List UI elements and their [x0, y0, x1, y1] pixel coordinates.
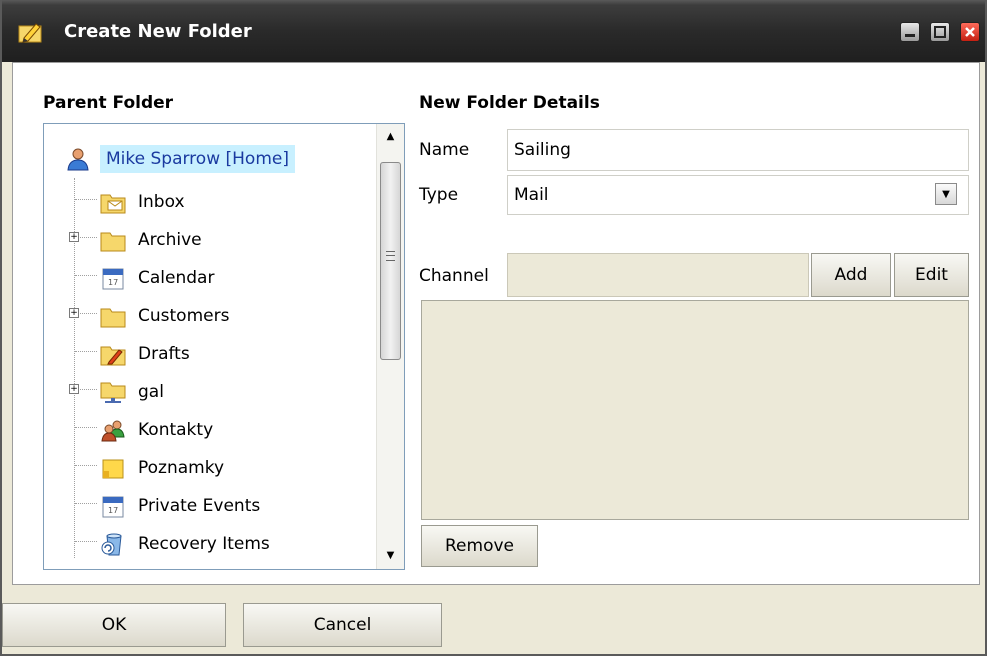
close-button[interactable] — [960, 22, 980, 42]
notes-icon — [102, 459, 124, 479]
tree-root-label: Mike Sparrow [Home] — [100, 145, 295, 173]
scroll-up-button[interactable]: ▲ — [377, 124, 404, 150]
close-icon — [965, 27, 975, 37]
tree-item-inbox[interactable]: Inbox — [100, 185, 185, 219]
type-value: Mail — [514, 185, 549, 205]
tree-item-label: Kontakty — [138, 420, 214, 440]
folder-icon — [100, 232, 126, 252]
tree-item-label: gal — [138, 382, 164, 402]
expand-toggle[interactable]: + — [69, 232, 79, 242]
dialog-content: Parent Folder Mike Sparrow [Home] Inbox … — [12, 62, 980, 585]
maximize-button[interactable] — [930, 22, 950, 42]
tree-item-label: Calendar — [138, 268, 215, 288]
folder-icon — [100, 308, 126, 328]
maximize-icon — [934, 26, 946, 38]
inbox-icon — [100, 194, 126, 214]
create-folder-dialog: Create New Folder Parent Folder Mike Spa… — [0, 0, 987, 656]
add-button[interactable]: Add — [811, 253, 891, 297]
expand-toggle[interactable]: + — [69, 308, 79, 318]
edit-button[interactable]: Edit — [894, 253, 969, 297]
remove-button[interactable]: Remove — [421, 525, 538, 567]
arrow-down-icon: ▼ — [386, 550, 395, 561]
calendar-icon: 17 — [102, 496, 124, 518]
title-bar[interactable]: Create New Folder — [2, 0, 985, 62]
channel-input[interactable] — [507, 253, 809, 297]
channel-list[interactable] — [421, 300, 969, 520]
tree-item-gal[interactable]: gal — [100, 375, 164, 409]
tree-item-label: Archive — [138, 230, 202, 250]
grip-icon — [386, 251, 395, 261]
svg-text:17: 17 — [108, 278, 118, 287]
tree-item-label: Inbox — [138, 192, 185, 212]
scroll-thumb[interactable] — [380, 162, 401, 360]
contacts-icon — [101, 420, 125, 442]
type-select[interactable]: Mail — [507, 175, 969, 215]
window-title: Create New Folder — [64, 21, 252, 42]
tree-item-calendar[interactable]: 17 Calendar — [100, 261, 214, 295]
calendar-icon: 17 — [102, 268, 124, 290]
arrow-up-icon: ▲ — [386, 131, 395, 142]
scroll-down-button[interactable]: ▼ — [377, 543, 404, 569]
tree-item-poznamky[interactable]: Poznamky — [100, 451, 224, 485]
details-heading: New Folder Details — [419, 93, 600, 113]
tree-item-label: Poznamky — [138, 458, 225, 478]
recovery-icon — [101, 533, 122, 556]
svg-text:17: 17 — [108, 506, 118, 515]
name-label: Name — [419, 140, 470, 160]
pencil-folder-icon — [18, 23, 42, 43]
tree-scrollbar[interactable]: ▲ ▼ — [376, 124, 404, 569]
channel-label: Channel — [419, 266, 489, 286]
tree-item-archive[interactable]: Archive — [100, 223, 202, 257]
user-icon — [67, 148, 89, 171]
tree-item-label: Customers — [138, 306, 230, 326]
cancel-button[interactable]: Cancel — [243, 603, 442, 647]
drafts-icon — [100, 346, 126, 366]
tree-item-label: Private Events — [138, 496, 261, 516]
shared-folder-icon — [100, 382, 126, 403]
type-dropdown-button[interactable]: ▼ — [935, 183, 957, 205]
expand-toggle[interactable]: + — [69, 384, 79, 394]
minimize-icon — [905, 34, 915, 37]
chevron-down-icon: ▼ — [942, 188, 950, 200]
tree-item-label: Recovery Items — [138, 534, 270, 554]
tree-item-recovery-items[interactable]: Recovery Items — [100, 527, 270, 561]
tree-item-customers[interactable]: Customers — [100, 299, 229, 333]
tree-item-label: Drafts — [138, 344, 190, 364]
minimize-button[interactable] — [900, 22, 920, 42]
folder-tree[interactable]: Mike Sparrow [Home] Inbox + Archive 17 C… — [43, 123, 405, 570]
type-label: Type — [419, 185, 459, 205]
name-value: Sailing — [514, 140, 571, 160]
tree-root-node[interactable]: Mike Sparrow [Home] — [66, 142, 295, 176]
tree-item-private-events[interactable]: 17 Private Events — [100, 489, 260, 523]
parent-folder-heading: Parent Folder — [43, 93, 174, 113]
tree-item-drafts[interactable]: Drafts — [100, 337, 190, 371]
tree-item-kontakty[interactable]: Kontakty — [100, 413, 213, 447]
name-field[interactable]: Sailing — [507, 129, 969, 171]
ok-button[interactable]: OK — [2, 603, 226, 647]
